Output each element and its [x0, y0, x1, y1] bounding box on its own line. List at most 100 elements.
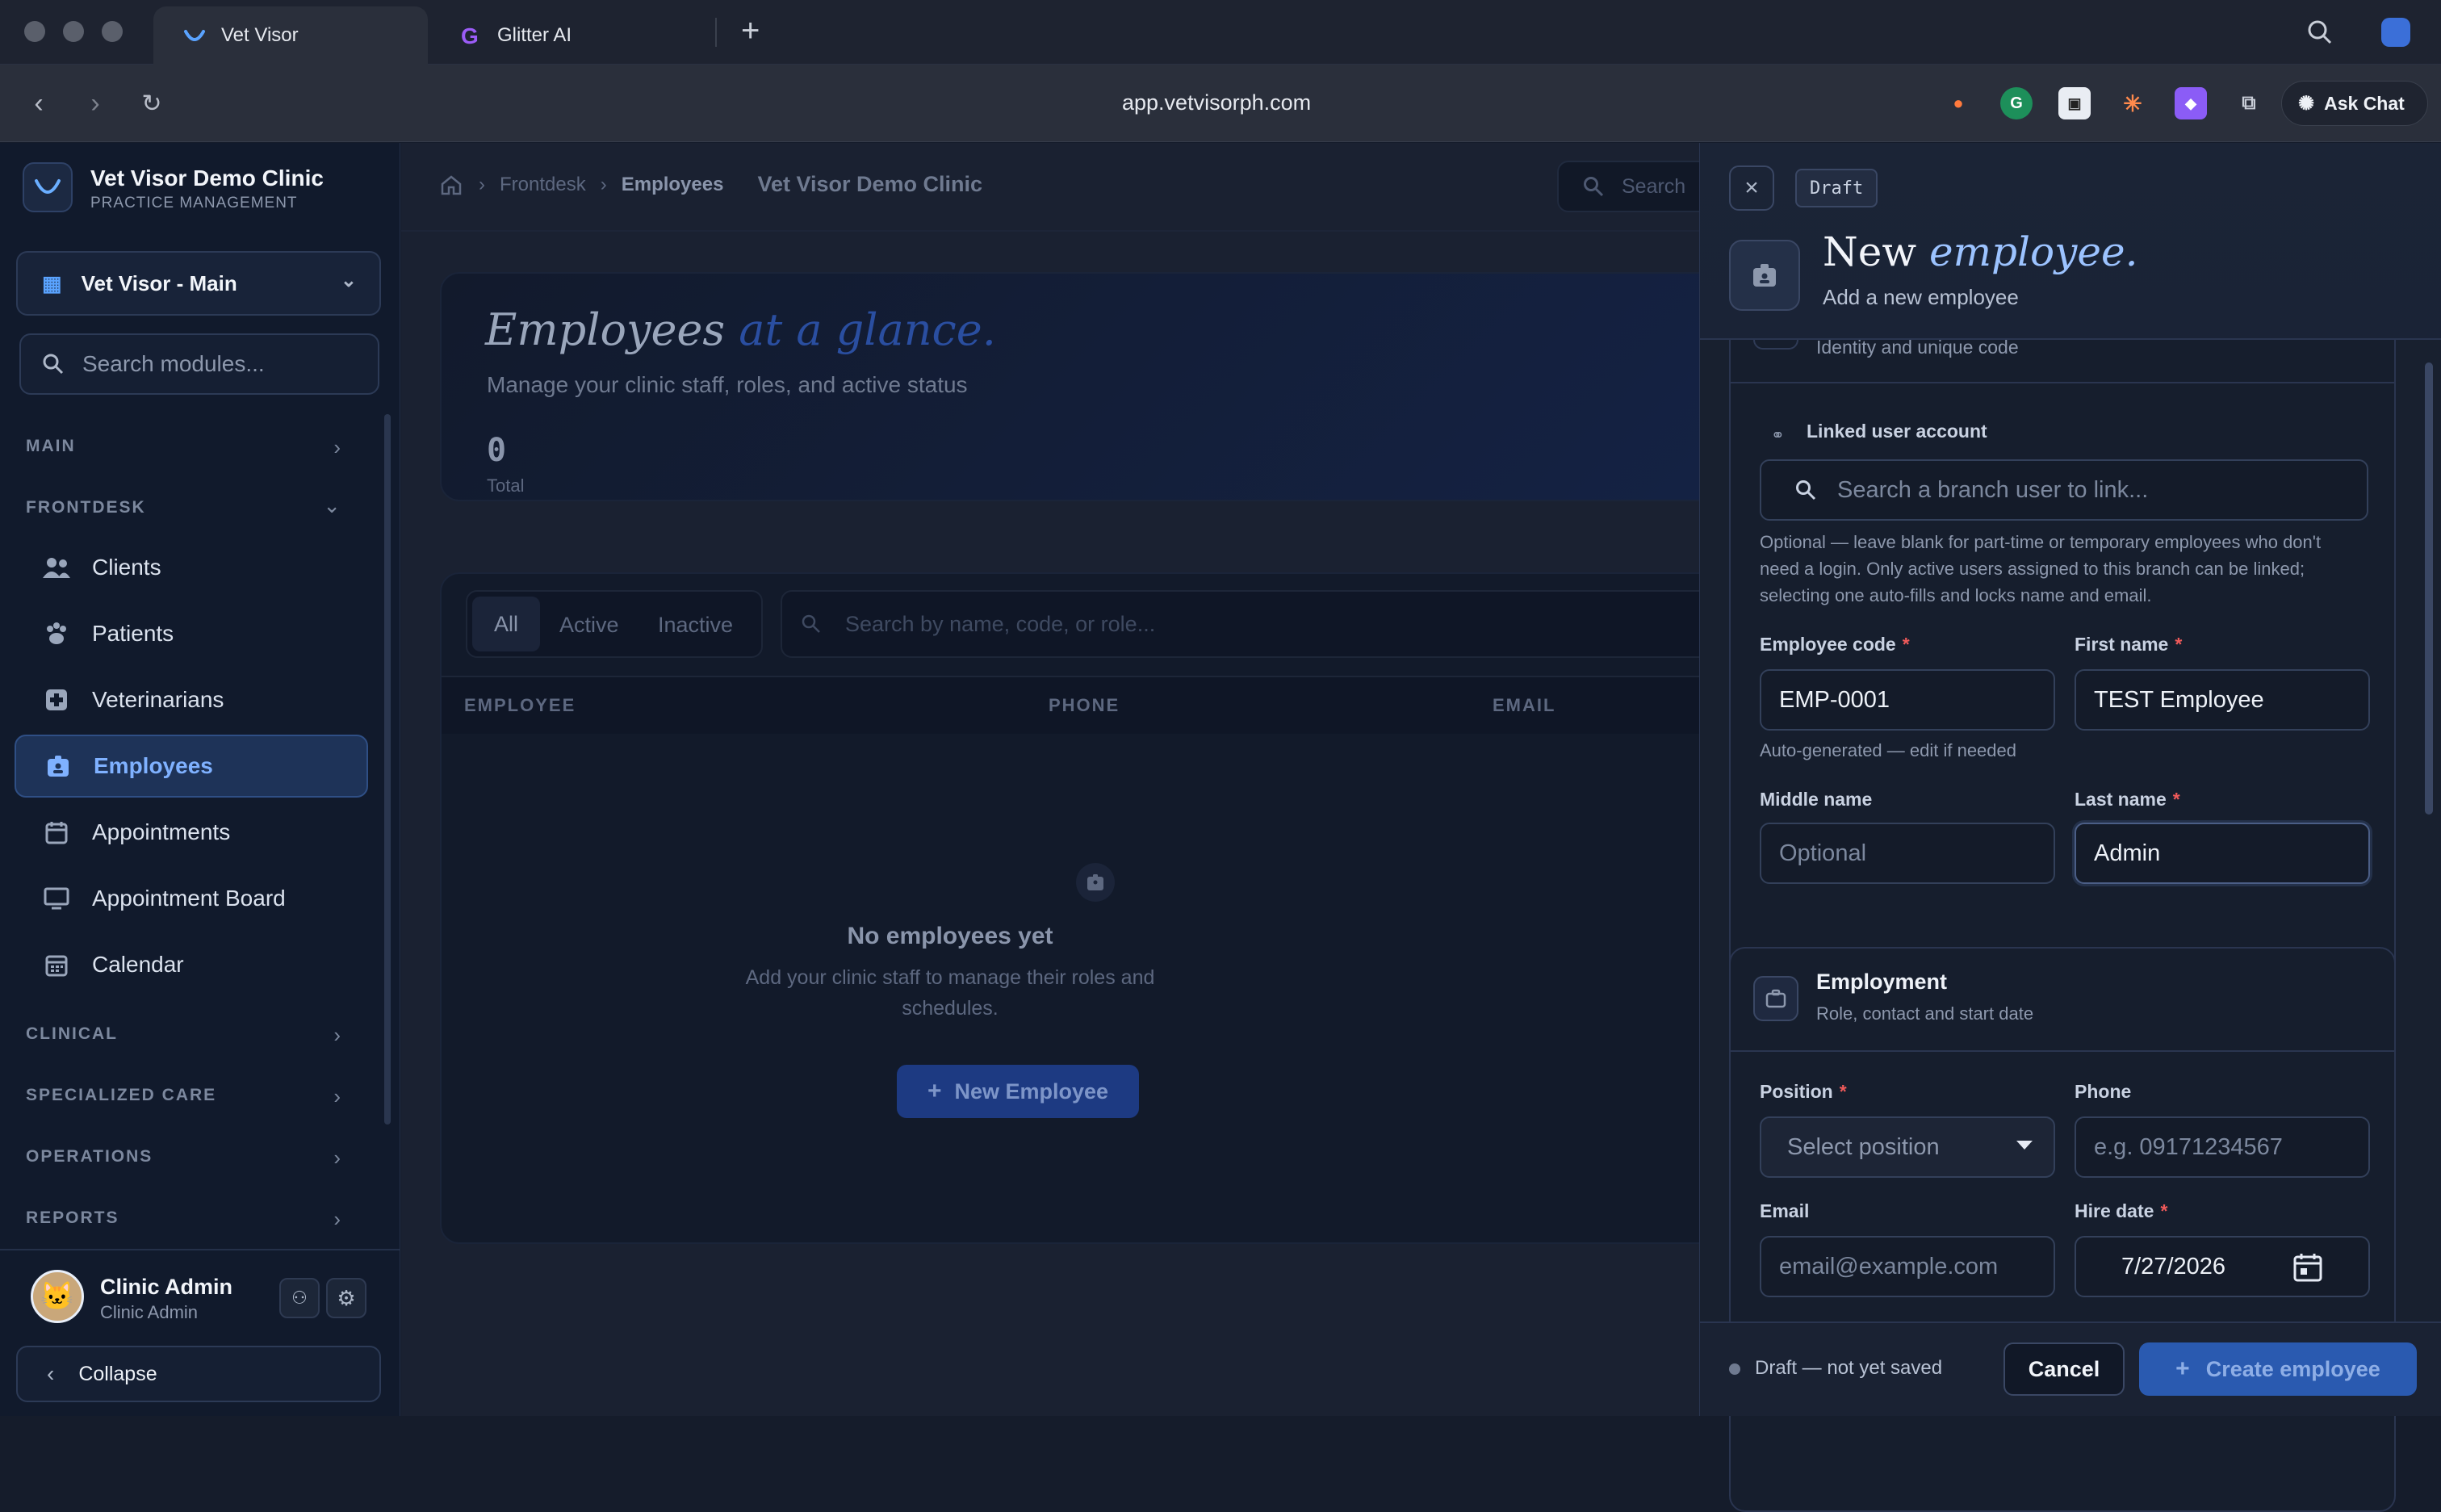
- create-employee-button[interactable]: + Create employee: [2139, 1342, 2417, 1396]
- forward-button[interactable]: ›: [76, 84, 115, 123]
- sidebar-item-patients[interactable]: Patients: [15, 602, 368, 665]
- column-email[interactable]: EMAIL: [1493, 695, 1555, 716]
- draft-status-text: Draft — not yet saved: [1755, 1357, 1943, 1379]
- section-label: OPERATIONS: [26, 1147, 153, 1166]
- calendar-icon[interactable]: [2292, 1252, 2323, 1283]
- section-label: SPECIALIZED CARE: [26, 1086, 217, 1104]
- briefcase-icon: [1753, 976, 1798, 1021]
- section-reports[interactable]: REPORTS ›: [0, 1207, 386, 1234]
- minimize-window-button[interactable]: [63, 21, 84, 42]
- column-employee[interactable]: EMPLOYEE: [464, 695, 576, 716]
- main-content: › Frontdesk › Employees Vet Visor Demo C…: [401, 143, 1735, 1416]
- close-icon[interactable]: ×: [1729, 165, 1774, 211]
- middle-name-field[interactable]: Optional: [1760, 823, 2055, 884]
- extension-icon[interactable]: ◆: [2175, 87, 2207, 119]
- users-icon: [42, 553, 71, 582]
- hire-date-field[interactable]: 7/27/2026: [2075, 1236, 2370, 1297]
- section-main[interactable]: MAIN ›: [0, 435, 386, 463]
- home-icon[interactable]: [440, 174, 463, 196]
- browser-tab-vet-visor[interactable]: Vet Visor: [153, 6, 428, 65]
- gear-icon[interactable]: ⚙: [326, 1278, 366, 1318]
- section-specialized-care[interactable]: SPECIALIZED CARE ›: [0, 1084, 386, 1112]
- phone-field[interactable]: e.g. 09171234567: [2075, 1116, 2370, 1178]
- sidebar-item-appointment-board[interactable]: Appointment Board: [15, 867, 368, 930]
- search-icon: [1795, 480, 1816, 501]
- profile-icon[interactable]: [2381, 18, 2410, 47]
- sidebar-item-label: Patients: [92, 621, 174, 646]
- grammarly-extension-icon[interactable]: G: [2000, 87, 2033, 119]
- sidebar-item-calendar[interactable]: Calendar: [15, 933, 368, 996]
- create-employee-label: Create employee: [2205, 1356, 2380, 1381]
- branch-selector[interactable]: ▦ Vet Visor - Main ⌄: [16, 251, 381, 316]
- search-tabs-icon[interactable]: [2305, 18, 2334, 47]
- position-label: Position *: [1760, 1081, 1847, 1102]
- breadcrumb: › Frontdesk › Employees Vet Visor Demo C…: [440, 172, 982, 197]
- cancel-button[interactable]: Cancel: [2003, 1342, 2125, 1396]
- sidebar-item-employees[interactable]: Employees: [15, 735, 368, 798]
- sidebar-scrollbar[interactable]: [384, 414, 391, 1125]
- position-select[interactable]: Select position: [1760, 1116, 2055, 1178]
- linked-account-help-line2: need a login. Only active users assigned…: [1760, 559, 2305, 579]
- monitor-icon: [42, 884, 71, 913]
- switch-user-icon[interactable]: ⚇: [279, 1278, 320, 1318]
- section-operations[interactable]: OPERATIONS ›: [0, 1146, 386, 1173]
- first-name-field[interactable]: TEST Employee: [2075, 669, 2370, 731]
- employee-code-hint: Auto-generated — edit if needed: [1760, 740, 2017, 760]
- divider: [1729, 382, 2396, 383]
- section-frontdesk[interactable]: FRONTDESK ⌄: [0, 493, 386, 524]
- drawer-title-main: New: [1823, 228, 1917, 275]
- chevron-right-icon: ›: [333, 435, 341, 459]
- maximize-window-button[interactable]: [102, 21, 123, 42]
- new-employee-button[interactable]: + New Employee: [897, 1065, 1139, 1118]
- employee-code-value: EMP-0001: [1779, 686, 1890, 713]
- search-modules-input[interactable]: Search modules...: [19, 333, 379, 395]
- chat-ai-icon: ✺: [2298, 92, 2315, 115]
- back-button[interactable]: ‹: [19, 84, 58, 123]
- hero-title: Employees at a glance.: [485, 304, 996, 355]
- chevron-right-icon: ›: [333, 1023, 341, 1047]
- column-phone[interactable]: PHONE: [1049, 695, 1120, 716]
- sidebar-item-appointments[interactable]: Appointments: [15, 801, 368, 864]
- global-search-placeholder: Search: [1622, 174, 1686, 198]
- avatar[interactable]: 🐱: [31, 1270, 84, 1323]
- extension-icon[interactable]: ●: [1942, 87, 1974, 119]
- sidebar-item-label: Veterinarians: [92, 687, 224, 712]
- browser-tab-glitter-ai[interactable]: G Glitter AI: [429, 6, 712, 65]
- extensions-puzzle-icon[interactable]: ⧉: [2233, 87, 2265, 119]
- table-search-input[interactable]: Search by name, code, or role...: [781, 590, 1733, 658]
- collapse-sidebar-button[interactable]: ‹ Collapse: [16, 1346, 381, 1402]
- extension-icon[interactable]: ▣: [2058, 87, 2091, 119]
- clinic-subtitle: PRACTICE MANAGEMENT: [90, 195, 298, 212]
- filter-tab-active[interactable]: Active: [559, 613, 619, 638]
- drawer-scrollbar[interactable]: [2425, 362, 2433, 815]
- position-placeholder: Select position: [1787, 1133, 1940, 1160]
- tab-divider: [715, 18, 717, 47]
- tab-label: Glitter AI: [497, 24, 572, 46]
- email-field[interactable]: email@example.com: [1760, 1236, 2055, 1297]
- collapse-label: Collapse: [78, 1362, 157, 1385]
- filter-tab-all[interactable]: All: [472, 597, 540, 651]
- plus-icon: +: [2175, 1355, 2190, 1382]
- new-tab-button[interactable]: +: [741, 13, 760, 49]
- email-placeholder: email@example.com: [1779, 1253, 1999, 1280]
- search-icon: [42, 353, 65, 375]
- reload-button[interactable]: ↻: [132, 84, 171, 123]
- filter-tab-inactive[interactable]: Inactive: [658, 613, 733, 638]
- last-name-field[interactable]: Admin: [2075, 823, 2370, 884]
- linked-account-search-input[interactable]: Search a branch user to link...: [1760, 459, 2368, 521]
- sidebar-item-veterinarians[interactable]: Veterinarians: [15, 668, 368, 731]
- close-window-button[interactable]: [24, 21, 45, 42]
- extension-icon[interactable]: ✳: [2117, 87, 2149, 119]
- linked-account-label: Linked user account: [1807, 421, 1987, 442]
- breadcrumb-frontdesk[interactable]: Frontdesk: [500, 174, 586, 196]
- employee-code-field[interactable]: EMP-0001: [1760, 669, 2055, 731]
- chevron-right-icon: ›: [333, 1207, 341, 1231]
- section-clinical[interactable]: CLINICAL ›: [0, 1023, 386, 1050]
- url-field[interactable]: app.vetvisorph.com: [1122, 90, 1311, 115]
- ask-chat-label: Ask Chat: [2324, 92, 2405, 114]
- ask-chat-button[interactable]: ✺ Ask Chat: [2281, 81, 2428, 126]
- sidebar-item-clients[interactable]: Clients: [15, 536, 368, 599]
- phone-label: Phone: [2075, 1081, 2132, 1102]
- search-modules-placeholder: Search modules...: [82, 351, 265, 376]
- sidebar-item-label: Employees: [94, 753, 213, 778]
